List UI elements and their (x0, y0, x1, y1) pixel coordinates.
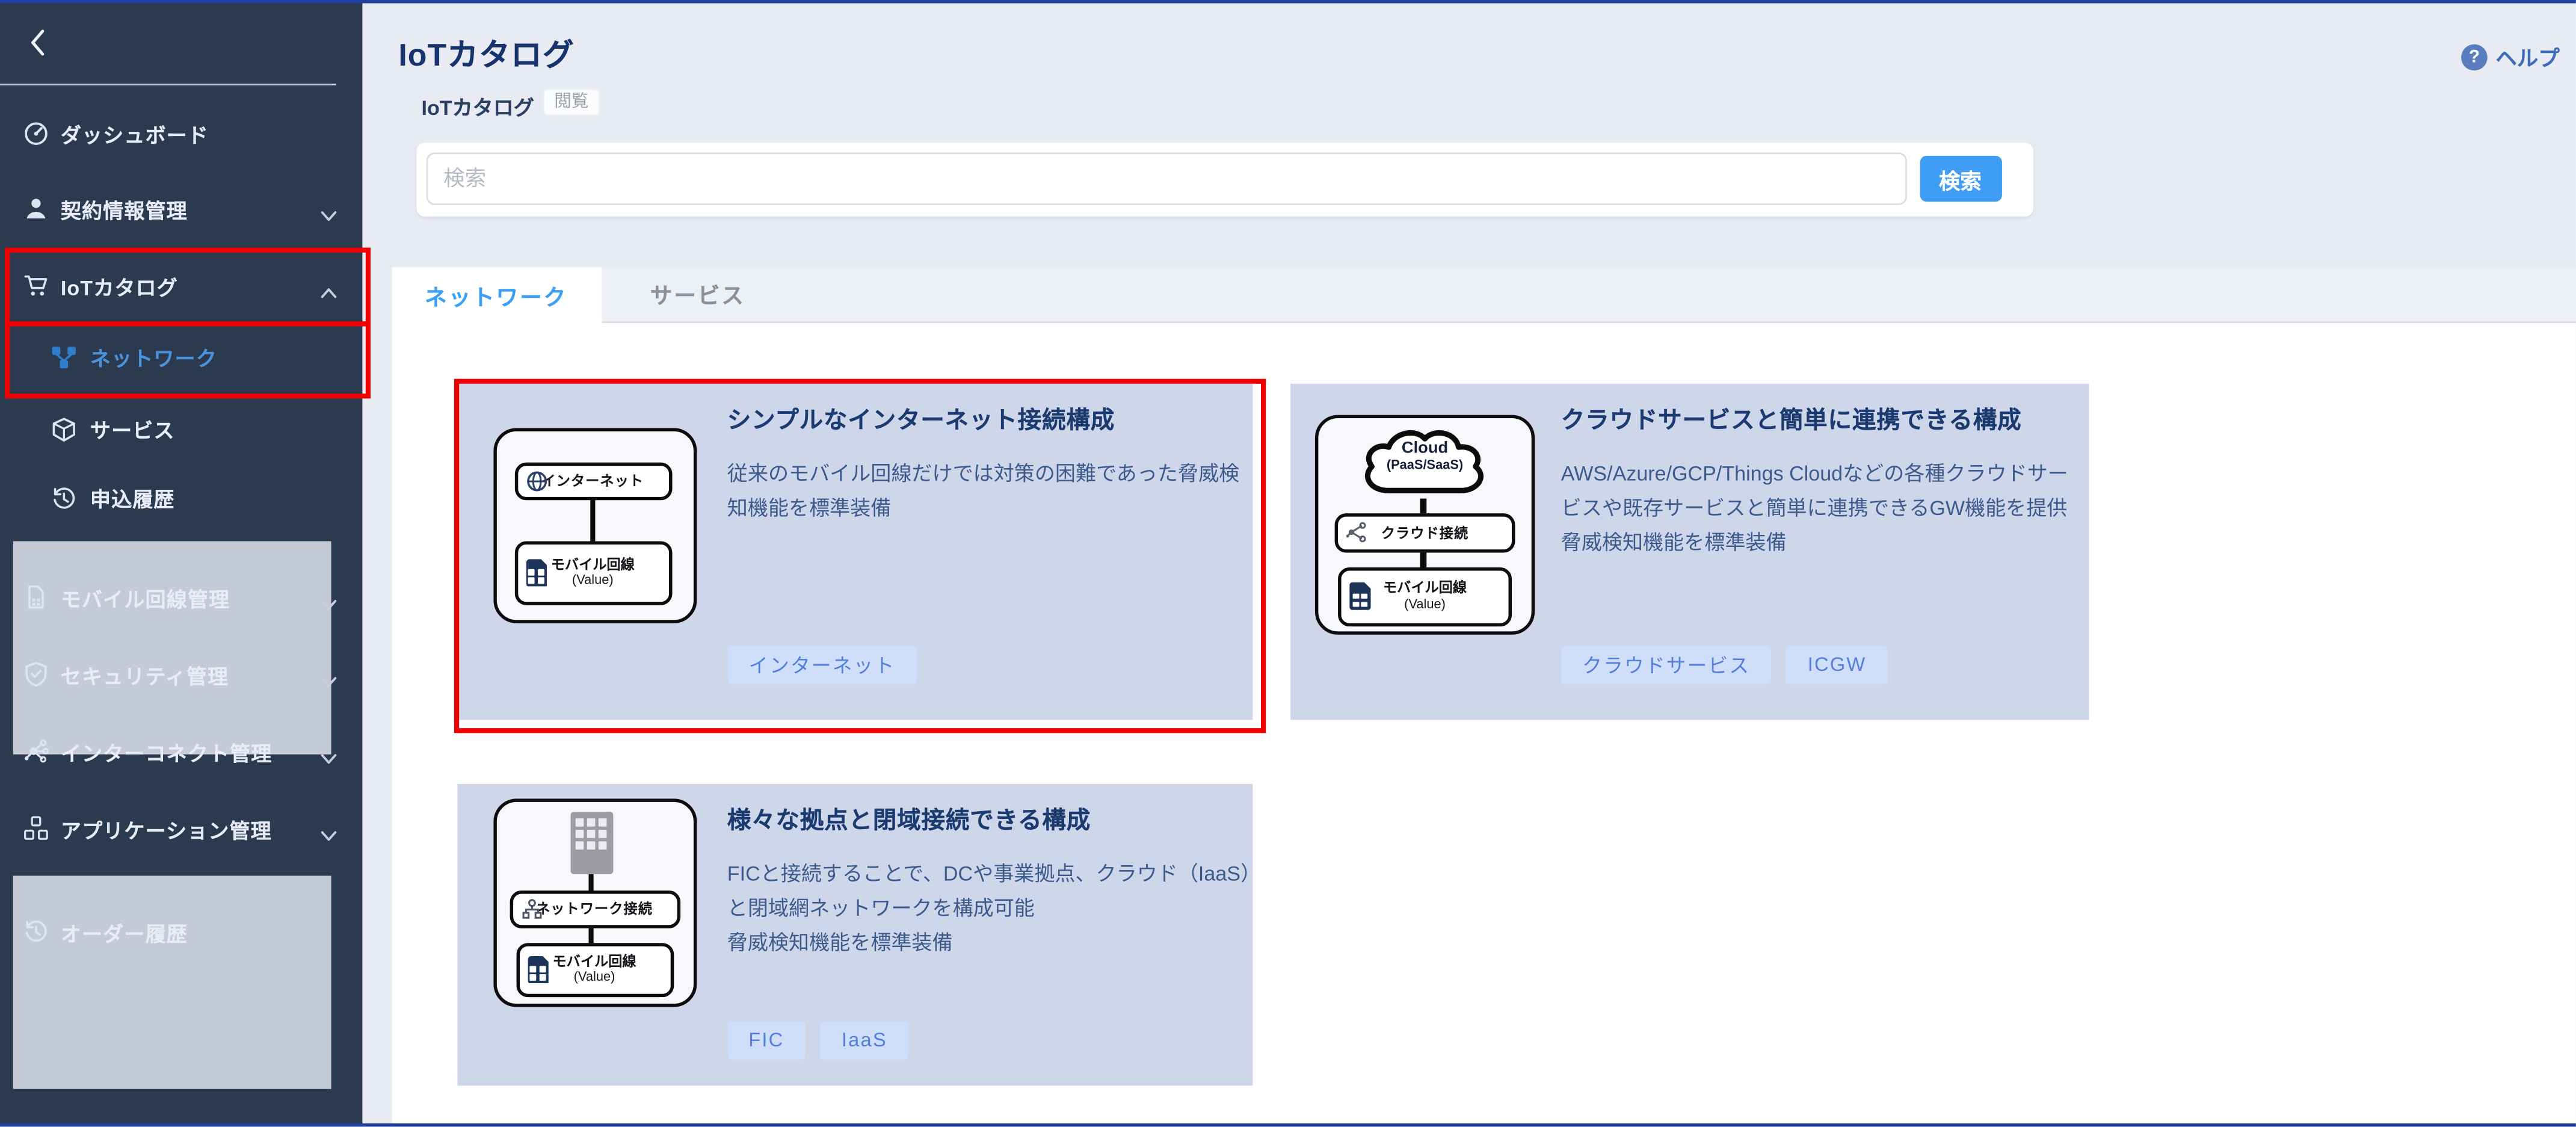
sidebar-collapse-button[interactable] (23, 26, 56, 60)
globe-icon (526, 470, 547, 491)
tag-cloud-service: クラウドサービス (1561, 646, 1772, 684)
sim-icon (23, 584, 49, 610)
sidebar-item-label: オーダー履歴 (61, 916, 188, 947)
chevron-down-icon (319, 744, 337, 758)
sidebar-item-label: 契約情報管理 (61, 193, 188, 224)
tab-network[interactable]: ネットワーク (391, 267, 601, 323)
sidebar-item-application-mgmt[interactable]: アプリケーション管理 (0, 804, 361, 853)
status-badge: 閲覧 (543, 88, 600, 117)
card-tags: FIC IaaS (727, 1021, 909, 1059)
breadcrumb: IoTカタログ (421, 90, 534, 122)
question-icon: ? (2461, 43, 2488, 70)
sidebar-item-label: ダッシュボード (61, 117, 209, 149)
card-description: 従来のモバイル回線だけでは対策の困難であった脅威検 知機能を標準装備 (727, 457, 1239, 526)
catalog-panel: インターネット モバイル回線(Value) シンプルなインターネット接続構成 従… (391, 323, 2576, 1124)
search-button[interactable]: 検索 (1919, 156, 2001, 202)
cart-icon (23, 272, 49, 298)
sidebar-item-label: IoTカタログ (61, 270, 178, 301)
card-tags: クラウドサービス ICGW (1561, 646, 1888, 684)
search-input[interactable] (425, 152, 1906, 204)
chevron-up-icon (319, 279, 337, 292)
sidebar-item-label: モバイル回線管理 (61, 581, 230, 613)
diagram-connector (1420, 498, 1426, 513)
tag-fic: FIC (727, 1021, 806, 1059)
sidebar-item-label: アプリケーション管理 (61, 813, 272, 844)
network-icon (51, 344, 77, 370)
diagram-node-network-connect: ネットワーク接続 (509, 890, 679, 928)
app-window: ダッシュボード 契約情報管理 IoTカタログ ネットワーク (0, 0, 2576, 1127)
chevron-left-icon (23, 38, 56, 66)
help-link[interactable]: ? ヘルプ (2461, 41, 2560, 72)
sidebar-item-security[interactable]: セキュリティ管理 (0, 649, 361, 699)
sidebar-item-mobile-line[interactable]: モバイル回線管理 (0, 572, 361, 622)
card-title: クラウドサービスと簡単に連携できる構成 (1561, 401, 2022, 435)
sidebar-item-application-history[interactable]: 申込履歴 (0, 473, 361, 522)
sidebar-item-network[interactable]: ネットワーク (0, 332, 361, 381)
diagram-node-cloud-connect: クラウド接続 (1335, 513, 1515, 552)
tab-service[interactable]: サービス (621, 267, 775, 321)
history-icon (23, 918, 49, 945)
sidebar: ダッシュボード 契約情報管理 IoTカタログ ネットワーク (0, 0, 362, 1127)
diagram-node-mobile: モバイル回線(Value) (1338, 567, 1512, 626)
sidebar-item-dashboard[interactable]: ダッシュボード (0, 108, 361, 158)
gauge-icon (23, 120, 49, 146)
window-frame-top (0, 0, 2576, 2)
shield-icon (23, 661, 49, 687)
building-icon (570, 811, 612, 874)
diagram-node-mobile: モバイル回線(Value) (514, 540, 671, 604)
tag-internet: インターネット (727, 646, 917, 684)
network-diagram: インターネット モバイル回線(Value) (493, 427, 696, 622)
sim-chip-icon (1349, 582, 1370, 610)
history-icon (51, 484, 77, 511)
sim-chip-icon (527, 956, 548, 983)
help-label: ヘルプ (2495, 41, 2559, 72)
sidebar-item-service[interactable]: サービス (0, 404, 361, 454)
window-frame-bottom (0, 1124, 2576, 1127)
page-title: IoTカタログ (398, 31, 574, 76)
diagram-node-internet: インターネット (514, 462, 671, 499)
diagram-connector (588, 927, 594, 942)
chevron-down-icon (319, 667, 337, 681)
diagram-node-mobile: モバイル回線(Value) (516, 942, 673, 996)
chevron-down-icon (319, 822, 337, 835)
sidebar-item-label: 申込履歴 (90, 482, 175, 513)
sidebar-item-contract[interactable]: 契約情報管理 (0, 184, 361, 233)
card-title: シンプルなインターネット接続構成 (727, 401, 1115, 435)
card-description: FICと接続することで、DCや事業拠点、クラウド（IaaS） と閉域網ネットワー… (727, 857, 1261, 962)
diagram-connector (1420, 552, 1426, 567)
card-description: AWS/Azure/GCP/Things Cloudなどの各種クラウドサー ビス… (1561, 457, 2068, 561)
network-tree-icon (520, 898, 541, 919)
sidebar-divider (0, 84, 336, 85)
sidebar-item-label: セキュリティ管理 (61, 658, 229, 690)
tag-iaas: IaaS (820, 1021, 908, 1059)
sidebar-item-label: サービス (90, 413, 175, 445)
sidebar-item-order-history[interactable]: オーダー履歴 (0, 907, 361, 956)
person-icon (23, 195, 49, 221)
network-diagram: ネットワーク接続 モバイル回線(Value) (493, 798, 696, 1006)
diagram-connector (590, 498, 596, 540)
chevron-down-icon (319, 202, 337, 215)
diagram-connector (588, 873, 594, 889)
sidebar-item-label: インターコネクト管理 (61, 735, 273, 767)
card-title: 様々な拠点と閉域接続できる構成 (727, 801, 1091, 835)
package-icon (51, 416, 77, 442)
card-tags: インターネット (727, 646, 917, 684)
tag-icgw: ICGW (1786, 646, 1888, 684)
network-diagram: Cloud (PaaS/SaaS) クラウド接続 モバイル回線(Value) (1315, 414, 1535, 634)
hub-icon (23, 738, 49, 765)
chevron-down-icon (319, 590, 337, 604)
share-icon (1346, 522, 1367, 543)
sidebar-item-label: ネットワーク (90, 341, 217, 372)
diagram-node-cloud: Cloud (PaaS/SaaS) (1345, 422, 1505, 499)
sidebar-item-interconnect[interactable]: インターコネクト管理 (0, 726, 361, 776)
catalog-card-cloud[interactable]: Cloud (PaaS/SaaS) クラウド接続 モバイル回線(Value) (1290, 383, 2089, 719)
sidebar-item-iot-catalog[interactable]: IoTカタログ (0, 261, 361, 310)
search-card: 検索 (416, 143, 2032, 215)
tab-bar: ネットワーク サービス (391, 267, 2576, 322)
catalog-card-internet[interactable]: インターネット モバイル回線(Value) シンプルなインターネット接続構成 従… (457, 383, 1252, 719)
catalog-card-private[interactable]: ネットワーク接続 モバイル回線(Value) 様々な拠点と閉域接続できる構成 F… (457, 783, 1252, 1085)
cubes-icon (23, 815, 49, 842)
sim-chip-icon (526, 558, 547, 586)
